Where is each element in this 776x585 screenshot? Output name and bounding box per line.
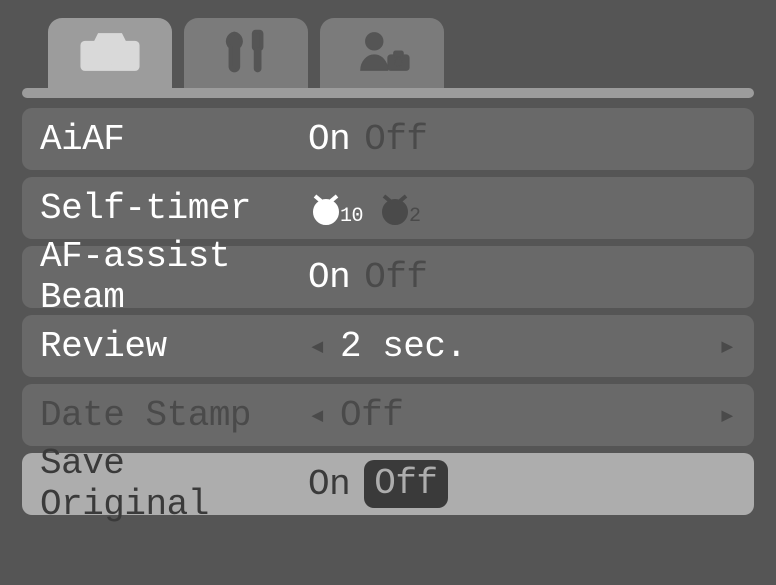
save-original-label: Save Original <box>40 443 308 525</box>
row-review[interactable]: Review ◂ 2 sec. ▸ <box>22 315 754 377</box>
review-label: Review <box>40 326 308 367</box>
aiaf-value: On Off <box>308 119 428 160</box>
self-timer-2-sub: 2 <box>409 205 421 228</box>
tab-shooting[interactable] <box>48 18 172 88</box>
menu-rows: AiAF On Off Self-timer 10 <box>22 108 754 573</box>
save-original-off[interactable]: Off <box>364 460 447 508</box>
af-assist-on[interactable]: On <box>308 257 350 298</box>
left-arrow-icon: ◂ <box>308 397 326 434</box>
save-original-on[interactable]: On <box>308 464 350 505</box>
af-assist-label: AF-assist Beam <box>40 236 308 318</box>
date-stamp-label: Date Stamp <box>40 395 308 436</box>
aiaf-off[interactable]: Off <box>364 119 427 160</box>
self-timer-10-sub: 10 <box>340 205 363 228</box>
af-assist-off[interactable]: Off <box>364 257 427 298</box>
self-timer-label: Self-timer <box>40 188 308 229</box>
right-arrow-icon: ▸ <box>718 397 736 434</box>
row-af-assist[interactable]: AF-assist Beam On Off <box>22 246 754 308</box>
date-stamp-value-text: Off <box>340 395 490 436</box>
camera-menu-screen: AiAF On Off Self-timer 10 <box>0 0 776 585</box>
row-aiaf[interactable]: AiAF On Off <box>22 108 754 170</box>
aiaf-on[interactable]: On <box>308 119 350 160</box>
camera-icon <box>79 25 141 82</box>
date-stamp-value: ◂ Off <box>308 395 490 436</box>
person-camera-icon <box>351 25 413 82</box>
self-timer-10-icon[interactable]: 10 <box>308 190 363 226</box>
tab-mycamera[interactable] <box>320 18 444 88</box>
row-self-timer[interactable]: Self-timer 10 <box>22 177 754 239</box>
review-value-text: 2 sec. <box>340 326 490 367</box>
aiaf-label: AiAF <box>40 119 308 160</box>
save-original-value: On Off <box>308 460 448 508</box>
review-value: ◂ 2 sec. <box>308 326 490 367</box>
tab-underline <box>22 88 754 98</box>
right-arrow-icon[interactable]: ▸ <box>718 328 736 365</box>
menu-tabs <box>22 18 754 88</box>
self-timer-value: 10 2 <box>308 190 421 226</box>
af-assist-value: On Off <box>308 257 428 298</box>
self-timer-2-icon[interactable]: 2 <box>377 190 421 226</box>
row-date-stamp: Date Stamp ◂ Off ▸ <box>22 384 754 446</box>
left-arrow-icon[interactable]: ◂ <box>308 328 326 365</box>
row-save-original[interactable]: Save Original On Off <box>22 453 754 515</box>
tools-icon <box>215 25 277 82</box>
tab-setup[interactable] <box>184 18 308 88</box>
